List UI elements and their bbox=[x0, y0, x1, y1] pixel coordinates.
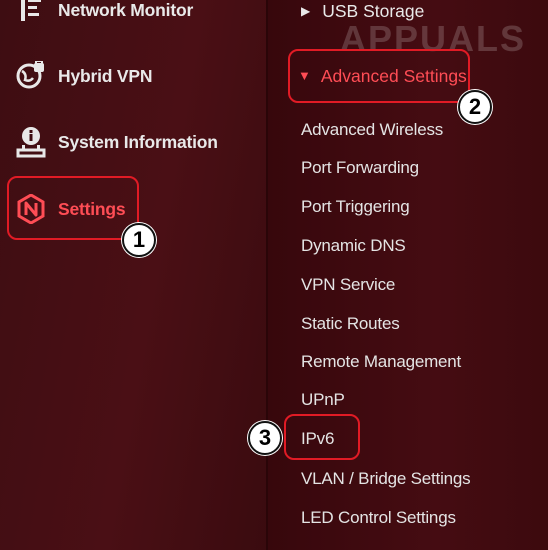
sidebar-item-network-monitor[interactable]: Network Monitor bbox=[0, 0, 260, 30]
submenu-item-port-forwarding[interactable]: Port Forwarding bbox=[301, 158, 419, 178]
ipv6-highlight-box bbox=[284, 414, 360, 460]
sidebar-item-hybrid-vpn[interactable]: Hybrid VPN bbox=[0, 56, 260, 96]
network-monitor-icon bbox=[14, 0, 48, 27]
step-badge-3: 3 bbox=[248, 421, 282, 455]
submenu-item-vpn-service[interactable]: VPN Service bbox=[301, 275, 395, 295]
advanced-settings-highlight-box bbox=[288, 49, 470, 103]
usb-storage-label: USB Storage bbox=[322, 1, 425, 21]
sidebar-item-label: Hybrid VPN bbox=[58, 65, 153, 86]
triangle-right-icon: ▶ bbox=[301, 4, 311, 18]
submenu-item-vlan-bridge-settings[interactable]: VLAN / Bridge Settings bbox=[301, 469, 471, 489]
sidebar-item-system-information[interactable]: System Information bbox=[0, 122, 260, 162]
step-badge-2: 2 bbox=[458, 90, 492, 124]
sidebar-item-label: Network Monitor bbox=[58, 0, 194, 20]
submenu-item-upnp[interactable]: UPnP bbox=[301, 390, 345, 410]
submenu-item-led-control-settings[interactable]: LED Control Settings bbox=[301, 508, 456, 528]
submenu-item-advanced-wireless[interactable]: Advanced Wireless bbox=[301, 120, 443, 140]
system-info-icon bbox=[14, 125, 48, 159]
submenu-item-port-triggering[interactable]: Port Triggering bbox=[301, 197, 410, 217]
usb-storage-header[interactable]: ▶ USB Storage bbox=[301, 1, 424, 22]
step-badge-1: 1 bbox=[122, 223, 156, 257]
submenu-item-static-routes[interactable]: Static Routes bbox=[301, 314, 400, 334]
settings-highlight-box bbox=[7, 176, 139, 240]
sidebar-item-label: System Information bbox=[58, 131, 218, 152]
submenu-item-dynamic-dns[interactable]: Dynamic DNS bbox=[301, 236, 406, 256]
vpn-globe-icon bbox=[14, 59, 48, 93]
submenu-item-remote-management[interactable]: Remote Management bbox=[301, 352, 461, 372]
